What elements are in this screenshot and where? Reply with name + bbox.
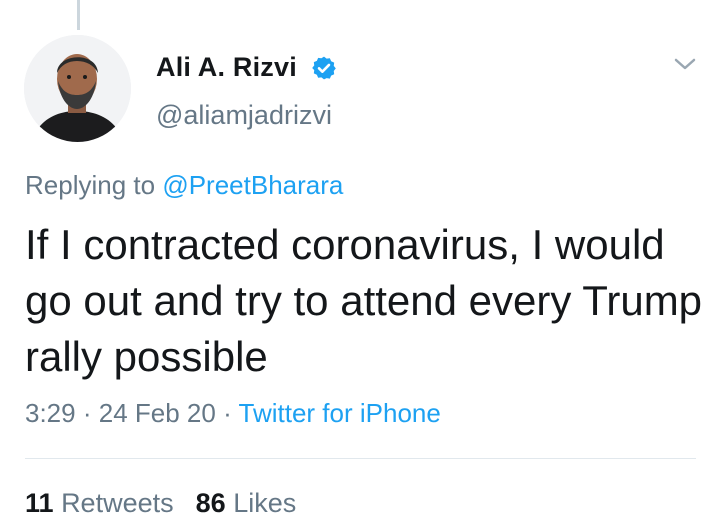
- avatar[interactable]: [24, 35, 131, 142]
- display-name[interactable]: Ali A. Rizvi: [156, 52, 297, 83]
- engagement-stats: 11 Retweets 86 Likes: [25, 488, 296, 519]
- meta-separator: ·: [223, 398, 232, 428]
- chevron-down-icon[interactable]: [671, 54, 699, 74]
- reply-mention-link[interactable]: @PreetBharara: [162, 170, 343, 200]
- thread-connector-line: [77, 0, 80, 30]
- retweets-label: Retweets: [61, 488, 174, 518]
- likes-stat[interactable]: 86 Likes: [196, 488, 297, 518]
- tweet-meta: 3:29 · 24 Feb 20 · Twitter for iPhone: [25, 398, 441, 429]
- tweet-date[interactable]: 24 Feb 20: [99, 398, 216, 428]
- replying-to-line: Replying to @PreetBharara: [25, 170, 343, 201]
- tweet-time[interactable]: 3:29: [25, 398, 76, 428]
- retweets-stat[interactable]: 11 Retweets: [25, 488, 174, 518]
- likes-label: Likes: [233, 488, 297, 518]
- verified-badge-icon: [312, 56, 336, 80]
- tweet-text: If I contracted coronavirus, I would go …: [25, 221, 703, 380]
- tweet-source-link[interactable]: Twitter for iPhone: [239, 398, 441, 428]
- replying-to-prefix: Replying to: [25, 170, 156, 200]
- likes-count: 86: [195, 488, 226, 518]
- user-handle[interactable]: @aliamjadrizvi: [156, 100, 332, 131]
- meta-separator: ·: [82, 398, 92, 428]
- retweets-count: 11: [25, 488, 54, 518]
- profile-photo-icon: [24, 35, 131, 142]
- stats-divider: [25, 458, 696, 459]
